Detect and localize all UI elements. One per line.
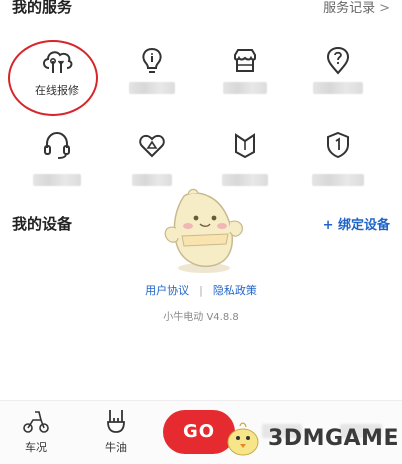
- blurred-label: [33, 174, 81, 186]
- tab-label: 牛油: [105, 441, 127, 454]
- blurred-label: [313, 82, 363, 94]
- footer-links: 用户协议 | 隐私政策: [0, 282, 402, 298]
- highlight-circle: [8, 40, 98, 116]
- chick-logo-icon: [227, 422, 259, 456]
- watermark-text: 3DMGAME: [268, 425, 399, 451]
- service-item-2[interactable]: [107, 46, 197, 96]
- links-separator: |: [199, 284, 203, 297]
- scooter-icon: [23, 411, 49, 433]
- services-title: 我的服务: [12, 0, 73, 16]
- service-record-link[interactable]: 服务记录 >: [323, 0, 390, 16]
- bind-device-link[interactable]: + 绑定设备: [323, 214, 390, 233]
- lightbulb-icon: [142, 47, 162, 73]
- blurred-label: [222, 174, 268, 186]
- service-item-4[interactable]: [293, 46, 383, 96]
- app-version: 小牛电动 V4.8.8: [163, 312, 239, 323]
- blurred-label: [132, 174, 172, 186]
- shield-1-icon: [327, 131, 349, 159]
- service-item-5[interactable]: [12, 130, 102, 186]
- service-record-label: 服务记录: [323, 0, 376, 16]
- services-header: 我的服务 服务记录 >: [0, 0, 402, 16]
- blurred-label: [223, 82, 267, 94]
- tab-label: 车况: [25, 441, 47, 454]
- chevron-right-icon: >: [379, 0, 390, 16]
- user-agreement-link[interactable]: 用户协议: [145, 284, 189, 297]
- rock-hand-icon: [107, 410, 125, 433]
- tab-vehicle-status[interactable]: 车况: [6, 408, 66, 455]
- service-item-3[interactable]: [200, 46, 290, 96]
- privacy-policy-link[interactable]: 隐私政策: [213, 284, 257, 297]
- blurred-label: [129, 82, 175, 94]
- blurred-label: [312, 174, 364, 186]
- tab-niu-oil[interactable]: 牛油: [86, 408, 146, 455]
- heart-warning-icon: [139, 134, 165, 158]
- store-icon: [234, 49, 256, 72]
- watermark: 3DMGAME: [222, 418, 399, 458]
- devices-title: 我的设备: [12, 214, 73, 233]
- service-item-8[interactable]: [293, 130, 383, 186]
- shield-badge-icon: [235, 133, 255, 159]
- mascot-illustration: [164, 188, 243, 273]
- help-location-icon: [326, 46, 350, 75]
- headset-icon: [44, 131, 70, 159]
- service-item-7[interactable]: [200, 130, 290, 186]
- service-item-6[interactable]: [107, 130, 197, 186]
